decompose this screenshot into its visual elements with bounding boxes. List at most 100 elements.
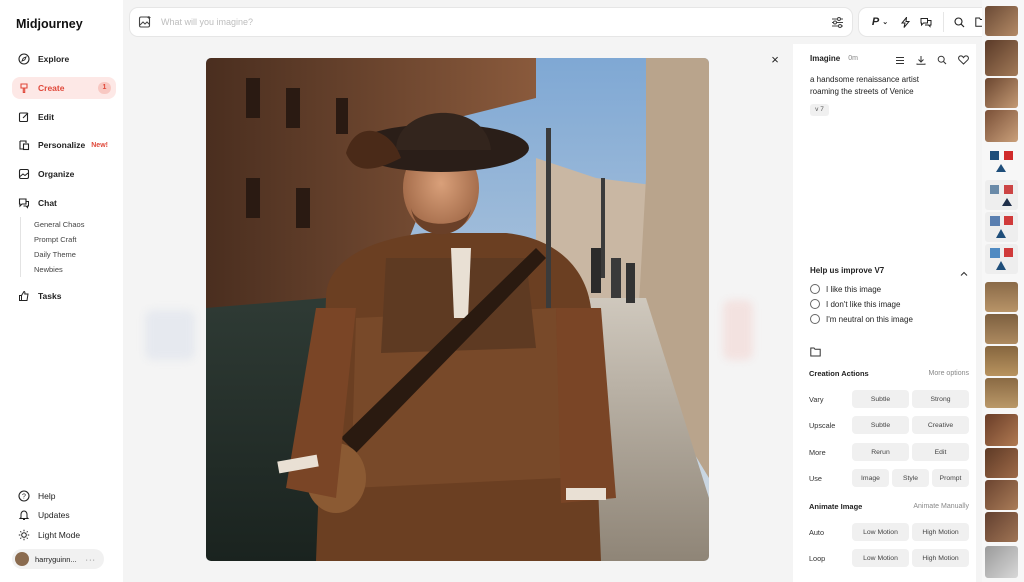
- use-prompt-button[interactable]: Prompt: [932, 469, 969, 487]
- job-time: 0m: [848, 55, 858, 62]
- radio-button[interactable]: [810, 284, 820, 294]
- job-type: Imagine: [810, 54, 841, 63]
- sidebar-item-create[interactable]: Create 1: [12, 76, 116, 99]
- personalize-label: P: [871, 16, 880, 28]
- search-icon[interactable]: [935, 54, 949, 66]
- image-prompt-icon[interactable]: [138, 15, 152, 29]
- settings-sliders-icon[interactable]: [831, 16, 844, 34]
- more-options-icon[interactable]: ···: [86, 555, 97, 564]
- user-menu[interactable]: harryguinn... ···: [12, 549, 104, 569]
- sidebar-item-personalize[interactable]: Personalize New!: [12, 134, 116, 156]
- history-thumbnail[interactable]: [985, 180, 1018, 210]
- chat-room-daily-theme[interactable]: Daily Theme: [34, 247, 116, 262]
- history-thumbnail[interactable]: [985, 414, 1018, 446]
- vary-subtle-button[interactable]: Subtle: [852, 390, 909, 408]
- auto-high-motion-button[interactable]: High Motion: [912, 523, 969, 541]
- generated-image[interactable]: [206, 58, 709, 561]
- sidebar-item-light-mode[interactable]: Light Mode: [12, 525, 116, 544]
- sidebar-item-tasks[interactable]: Tasks: [12, 285, 116, 307]
- app-window: Midjourney Explore Create 1 Edit Persona…: [0, 0, 1024, 582]
- sidebar-item-label: Create: [38, 82, 65, 93]
- brush-icon: [18, 82, 30, 94]
- history-thumbnail[interactable]: [985, 346, 1018, 376]
- history-thumbnail[interactable]: [985, 244, 1018, 274]
- row-label-loop: Loop: [809, 554, 826, 563]
- feedback-option-label: I'm neutral on this image: [826, 314, 913, 324]
- history-thumbnail[interactable]: [985, 480, 1018, 510]
- history-thumbnail[interactable]: [985, 40, 1018, 76]
- feedback-option-label: I don't like this image: [826, 299, 901, 309]
- lightning-icon[interactable]: [895, 7, 915, 37]
- edit-icon: [18, 111, 30, 123]
- sidebar-item-chat[interactable]: Chat: [12, 192, 116, 214]
- upscale-creative-button[interactable]: Creative: [912, 416, 969, 434]
- job-details-panel: Imagine 0m a handsome renaissance artist…: [793, 44, 976, 582]
- history-thumbnail[interactable]: [985, 314, 1018, 344]
- history-thumbnail[interactable]: [985, 212, 1018, 242]
- history-thumbnail[interactable]: [985, 546, 1018, 578]
- history-thumbnail[interactable]: [985, 6, 1018, 36]
- history-thumbnail[interactable]: [985, 146, 1018, 176]
- history-thumbnail[interactable]: [985, 110, 1018, 142]
- loop-low-motion-button[interactable]: Low Motion: [852, 549, 909, 567]
- panel-header: Imagine 0m: [810, 54, 858, 63]
- close-icon[interactable]: ×: [768, 53, 782, 67]
- sidebar-item-organize[interactable]: Organize: [12, 163, 116, 185]
- sidebar-item-edit[interactable]: Edit: [12, 106, 116, 128]
- radio-button[interactable]: [810, 314, 820, 324]
- radio-button[interactable]: [810, 299, 820, 309]
- history-thumbnail[interactable]: [985, 282, 1018, 312]
- avatar: [15, 552, 29, 566]
- history-thumbnail[interactable]: [985, 448, 1018, 478]
- rerun-button[interactable]: Rerun: [852, 443, 909, 461]
- help-icon: ?: [18, 489, 30, 502]
- chevron-down-icon: ⌄: [882, 19, 889, 26]
- feedback-option-like[interactable]: I like this image: [810, 284, 881, 294]
- folder-icon[interactable]: [810, 344, 821, 357]
- menu-lines-icon[interactable]: [893, 54, 907, 66]
- prompt-text[interactable]: a handsome renaissance artist roaming th…: [810, 74, 950, 97]
- history-thumbnail[interactable]: [985, 512, 1018, 542]
- thumbs-up-icon: [18, 290, 30, 302]
- sidebar-item-label: Updates: [38, 510, 70, 520]
- use-style-button[interactable]: Style: [892, 469, 929, 487]
- feedback-option-dislike[interactable]: I don't like this image: [810, 299, 900, 309]
- use-image-button[interactable]: Image: [852, 469, 889, 487]
- feedback-option-neutral[interactable]: I'm neutral on this image: [810, 314, 913, 324]
- more-options-link[interactable]: More options: [929, 370, 969, 377]
- sidebar: Midjourney Explore Create 1 Edit Persona…: [0, 0, 123, 582]
- sidebar-item-explore[interactable]: Explore: [12, 48, 116, 70]
- chevron-up-icon[interactable]: [959, 266, 969, 276]
- edit-button[interactable]: Edit: [912, 443, 969, 461]
- sidebar-item-help[interactable]: ? Help: [12, 486, 116, 505]
- sidebar-item-label: Help: [38, 490, 56, 501]
- chat-room-general-chaos[interactable]: General Chaos: [34, 217, 116, 232]
- auto-low-motion-button[interactable]: Low Motion: [852, 523, 909, 541]
- row-label-vary: Vary: [809, 395, 824, 404]
- creation-actions-title: Creation Actions: [809, 369, 869, 378]
- sidebar-item-updates[interactable]: Updates: [12, 506, 116, 525]
- chat-bubbles-icon[interactable]: [915, 7, 937, 37]
- animate-manually-link[interactable]: Animate Manually: [913, 503, 969, 510]
- prompt-input[interactable]: [161, 17, 801, 27]
- image-grid-icon: [18, 168, 30, 180]
- sidebar-bottom-nav: ? Help Updates Light Mode: [12, 486, 116, 545]
- version-badge: v 7: [810, 104, 829, 116]
- sidebar-nav: Explore Create 1 Edit Personalize New! O…: [12, 48, 116, 314]
- sidebar-item-label: Explore: [38, 54, 70, 64]
- heart-icon[interactable]: [956, 54, 970, 66]
- download-icon[interactable]: [914, 54, 928, 66]
- vary-strong-button[interactable]: Strong: [912, 390, 969, 408]
- prompt-bar: [129, 7, 853, 37]
- upscale-subtle-button[interactable]: Subtle: [852, 416, 909, 434]
- search-icon[interactable]: [950, 7, 968, 37]
- history-thumbnail[interactable]: [985, 78, 1018, 108]
- loop-high-motion-button[interactable]: High Motion: [912, 549, 969, 567]
- chat-room-newbies[interactable]: Newbies: [34, 262, 116, 277]
- sidebar-item-label: Light Mode: [38, 529, 81, 540]
- app-logo[interactable]: Midjourney: [16, 17, 83, 31]
- panel-actions: [893, 54, 977, 66]
- history-thumbnail[interactable]: [985, 378, 1018, 408]
- personalize-toggle-button[interactable]: P ⌄: [865, 7, 895, 37]
- chat-room-prompt-craft[interactable]: Prompt Craft: [34, 232, 116, 247]
